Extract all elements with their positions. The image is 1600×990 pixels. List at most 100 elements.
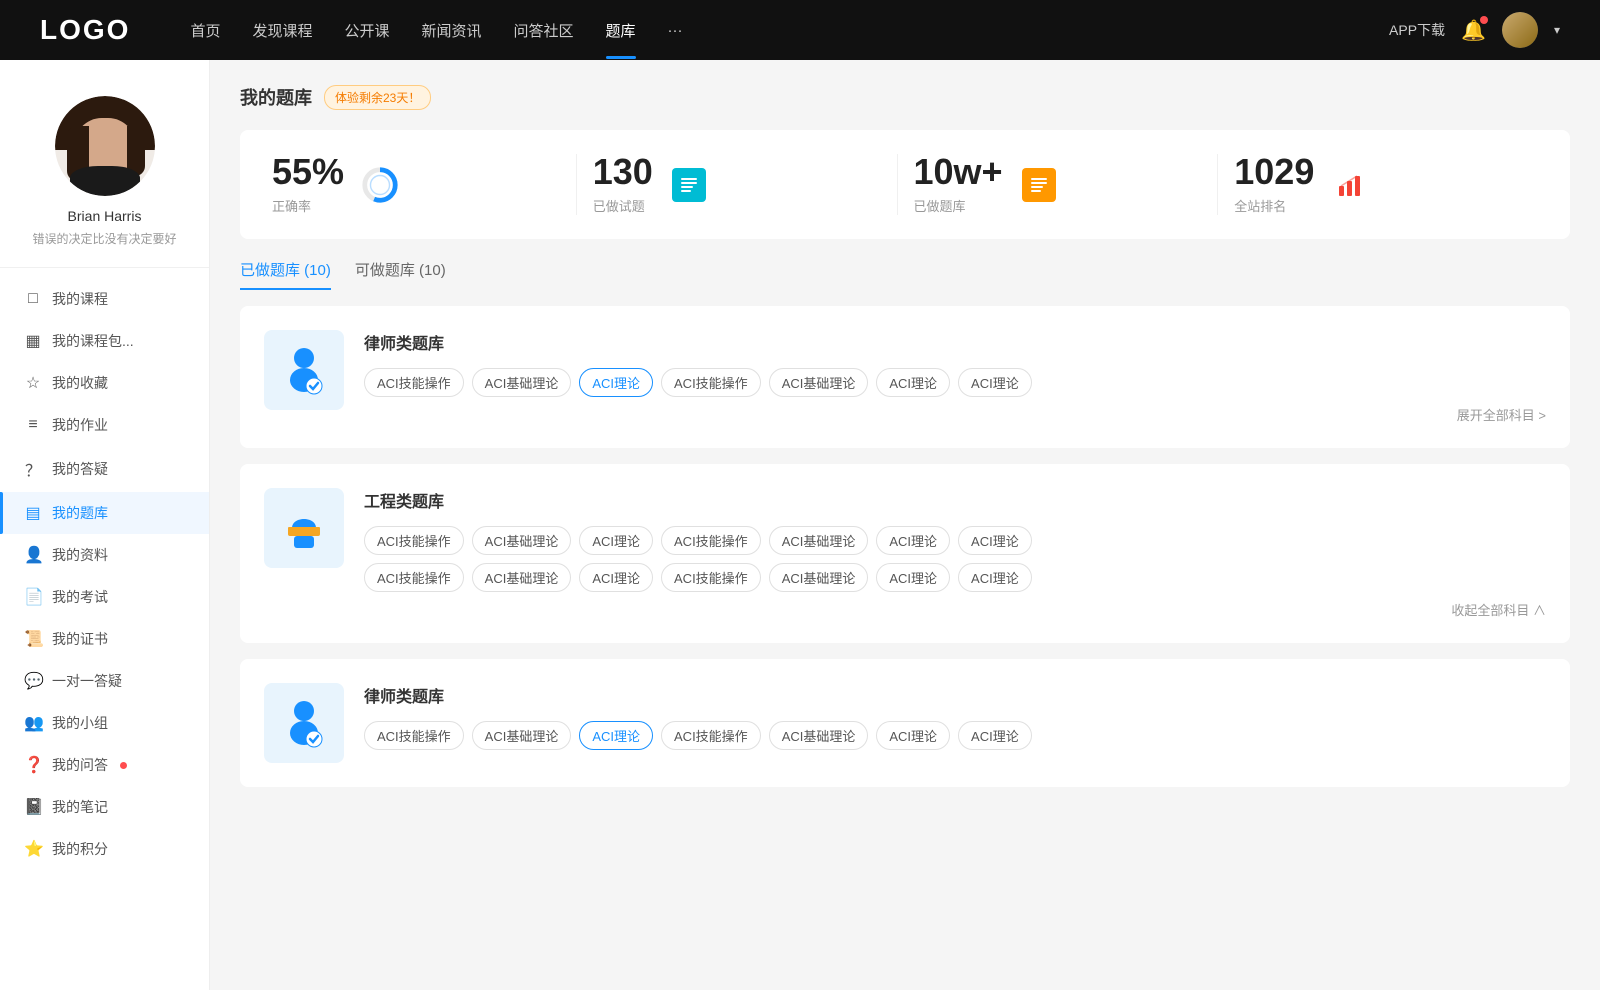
qbank-tag-2-0[interactable]: ACI技能操作: [364, 721, 464, 750]
qbank-tag-1-2[interactable]: ACI理论: [579, 526, 653, 555]
qbank-tag-2-5[interactable]: ACI理论: [876, 721, 950, 750]
app-download-button[interactable]: APP下载: [1389, 20, 1445, 40]
nav-qa[interactable]: 问答社区: [514, 20, 574, 41]
lawyer-icon-wrap-2: [264, 683, 344, 763]
avatar-dropdown-icon[interactable]: ▾: [1554, 23, 1560, 37]
qbank-tag-2-3[interactable]: ACI技能操作: [661, 721, 761, 750]
sidebar-item-qbank[interactable]: ▤ 我的题库: [0, 492, 209, 534]
nav-news[interactable]: 新闻资讯: [422, 20, 482, 41]
qbank-card-lawyer-1: 律师类题库 ACI技能操作 ACI基础理论 ACI理论 ACI技能操作 ACI基…: [240, 306, 1570, 448]
qbank-tag-0-1[interactable]: ACI基础理论: [472, 368, 572, 397]
nav-discover[interactable]: 发现课程: [252, 20, 312, 41]
qbank-card-lawyer-2-tags: ACI技能操作 ACI基础理论 ACI理论 ACI技能操作 ACI基础理论 AC…: [364, 721, 1546, 750]
sidebar-item-certificate[interactable]: 📜 我的证书: [0, 618, 209, 660]
page-title: 我的题库: [240, 84, 312, 110]
qbank-card-engineer-header: 工程类题库 ACI技能操作 ACI基础理论 ACI理论 ACI技能操作 ACI基…: [264, 488, 1546, 619]
qbank-tag-2-2[interactable]: ACI理论: [579, 721, 653, 750]
stat-done-banks-label: 已做题库: [914, 196, 1003, 215]
tab-available-banks[interactable]: 可做题库 (10): [355, 259, 446, 290]
stat-done-questions: 130 已做试题: [577, 154, 898, 215]
sidebar-item-favorites[interactable]: ☆ 我的收藏: [0, 362, 209, 404]
tab-done-banks[interactable]: 已做题库 (10): [240, 259, 331, 290]
qbank-tag-1-4[interactable]: ACI基础理论: [769, 526, 869, 555]
qbank-tag-1-0[interactable]: ACI技能操作: [364, 526, 464, 555]
stat-accuracy-label: 正确率: [272, 196, 344, 215]
nav-qbank[interactable]: 题库: [606, 20, 636, 41]
qbank-tag-1-r2-1[interactable]: ACI基础理论: [472, 563, 572, 592]
qbank-tag-1-r2-4[interactable]: ACI基础理论: [769, 563, 869, 592]
homework-icon: ≡: [24, 416, 42, 434]
qbank-tag-2-4[interactable]: ACI基础理论: [769, 721, 869, 750]
qbank-tag-0-2[interactable]: ACI理论: [579, 368, 653, 397]
qbank-tag-0-0[interactable]: ACI技能操作: [364, 368, 464, 397]
notes-icon: 📓: [24, 797, 42, 817]
stats-section: 55% 正确率 130 已做试题: [240, 130, 1570, 239]
ask-icon: ？: [24, 457, 42, 481]
sidebar-item-my-qa[interactable]: ❓ 我的问答: [0, 744, 209, 786]
stat-ranking: 1029 全站排名: [1218, 154, 1538, 215]
navbar-right: APP下载 🔔 ▾: [1389, 12, 1560, 48]
orange-list-icon: [1022, 168, 1056, 202]
main-content: 我的题库 体验剩余23天！ 55% 正确率: [210, 60, 1600, 990]
qbank-tag-1-r2-6[interactable]: ACI理论: [958, 563, 1032, 592]
avatar[interactable]: [1502, 12, 1538, 48]
exam-icon: 📄: [24, 587, 42, 607]
qbank-tag-1-r2-3[interactable]: ACI技能操作: [661, 563, 761, 592]
qa-notification-dot: [120, 762, 127, 769]
sidebar-item-courses[interactable]: □ 我的课程: [0, 278, 209, 320]
sidebar-profile: Brian Harris 错误的决定比没有决定要好: [0, 80, 209, 268]
notification-bell[interactable]: 🔔: [1461, 18, 1486, 43]
stat-done-questions-text: 130 已做试题: [593, 154, 653, 215]
qbank-tag-1-r2-2[interactable]: ACI理论: [579, 563, 653, 592]
sidebar-item-exam[interactable]: 📄 我的考试: [0, 576, 209, 618]
qbank-expand-1[interactable]: 收起全部科目 ∧: [364, 600, 1546, 619]
stat-ranking-value: 1029: [1234, 154, 1314, 190]
nav-more[interactable]: ···: [668, 22, 683, 39]
ranking-icon: [1330, 165, 1370, 205]
engineer-icon-svg: [276, 500, 332, 556]
my-qa-icon: ❓: [24, 755, 42, 775]
tabs-row: 已做题库 (10) 可做题库 (10): [240, 259, 1570, 290]
stat-done-banks-text: 10w+ 已做题库: [914, 154, 1003, 215]
qbank-tag-1-r2-0[interactable]: ACI技能操作: [364, 563, 464, 592]
qbank-card-lawyer-1-header: 律师类题库 ACI技能操作 ACI基础理论 ACI理论 ACI技能操作 ACI基…: [264, 330, 1546, 424]
sidebar-item-group[interactable]: 👥 我的小组: [0, 702, 209, 744]
sidebar-item-points[interactable]: ⭐ 我的积分: [0, 828, 209, 870]
avatar-image: [1502, 12, 1538, 48]
qbank-tag-1-r2-5[interactable]: ACI理论: [876, 563, 950, 592]
qbank-card-lawyer-2-header: 律师类题库 ACI技能操作 ACI基础理论 ACI理论 ACI技能操作 ACI基…: [264, 683, 1546, 763]
one-on-one-icon: 💬: [24, 671, 42, 691]
sidebar-item-ask[interactable]: ？ 我的答疑: [0, 446, 209, 492]
qbank-card-lawyer-2-title: 律师类题库: [364, 683, 1546, 707]
stat-ranking-text: 1029 全站排名: [1234, 154, 1314, 215]
group-icon: 👥: [24, 713, 42, 733]
sidebar-item-profile[interactable]: 👤 我的资料: [0, 534, 209, 576]
red-chart-icon: [1333, 168, 1367, 202]
qbank-tag-0-5[interactable]: ACI理论: [876, 368, 950, 397]
courses-icon: □: [24, 290, 42, 308]
qbank-card-engineer-tags-row2: ACI技能操作 ACI基础理论 ACI理论 ACI技能操作 ACI基础理论 AC…: [364, 563, 1546, 592]
logo[interactable]: LOGO: [40, 14, 130, 46]
qbank-tag-1-6[interactable]: ACI理论: [958, 526, 1032, 555]
sidebar-item-course-packages[interactable]: ▦ 我的课程包...: [0, 320, 209, 362]
sidebar-avatar[interactable]: [55, 96, 155, 196]
qbank-tag-2-1[interactable]: ACI基础理论: [472, 721, 572, 750]
engineer-icon-wrap: [264, 488, 344, 568]
sidebar-item-notes[interactable]: 📓 我的笔记: [0, 786, 209, 828]
nav-opencourse[interactable]: 公开课: [344, 20, 389, 41]
qbank-tag-1-3[interactable]: ACI技能操作: [661, 526, 761, 555]
stat-done-questions-value: 130: [593, 154, 653, 190]
nav-home[interactable]: 首页: [190, 20, 220, 41]
qbank-expand-0[interactable]: 展开全部科目 >: [364, 405, 1546, 424]
qbank-tag-0-4[interactable]: ACI基础理论: [769, 368, 869, 397]
qbank-tag-1-1[interactable]: ACI基础理论: [472, 526, 572, 555]
qbank-tag-1-5[interactable]: ACI理论: [876, 526, 950, 555]
notification-dot: [1480, 16, 1488, 24]
stat-done-questions-label: 已做试题: [593, 196, 653, 215]
qbank-tag-2-6[interactable]: ACI理论: [958, 721, 1032, 750]
course-packages-icon: ▦: [24, 331, 42, 351]
qbank-tag-0-3[interactable]: ACI技能操作: [661, 368, 761, 397]
sidebar-item-homework[interactable]: ≡ 我的作业: [0, 404, 209, 446]
sidebar-item-one-on-one[interactable]: 💬 一对一答疑: [0, 660, 209, 702]
qbank-tag-0-6[interactable]: ACI理论: [958, 368, 1032, 397]
